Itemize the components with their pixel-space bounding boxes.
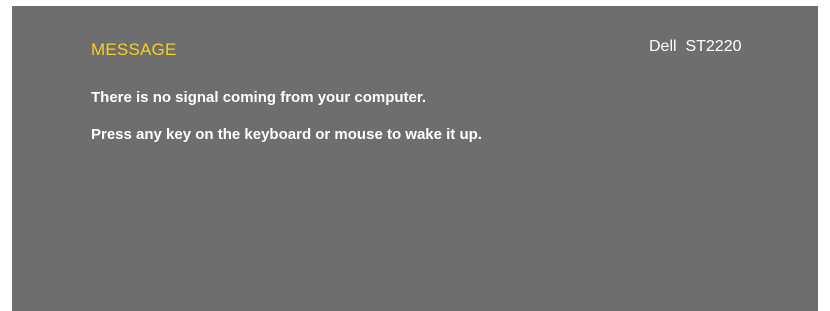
- wake-instruction-message: Press any key on the keyboard or mouse t…: [91, 126, 482, 143]
- no-signal-message: There is no signal coming from your comp…: [91, 89, 427, 106]
- osd-message-panel: MESSAGE Dell ST2220 There is no signal c…: [12, 6, 818, 311]
- osd-title: MESSAGE: [91, 40, 177, 59]
- monitor-model-label: Dell ST2220: [649, 38, 742, 55]
